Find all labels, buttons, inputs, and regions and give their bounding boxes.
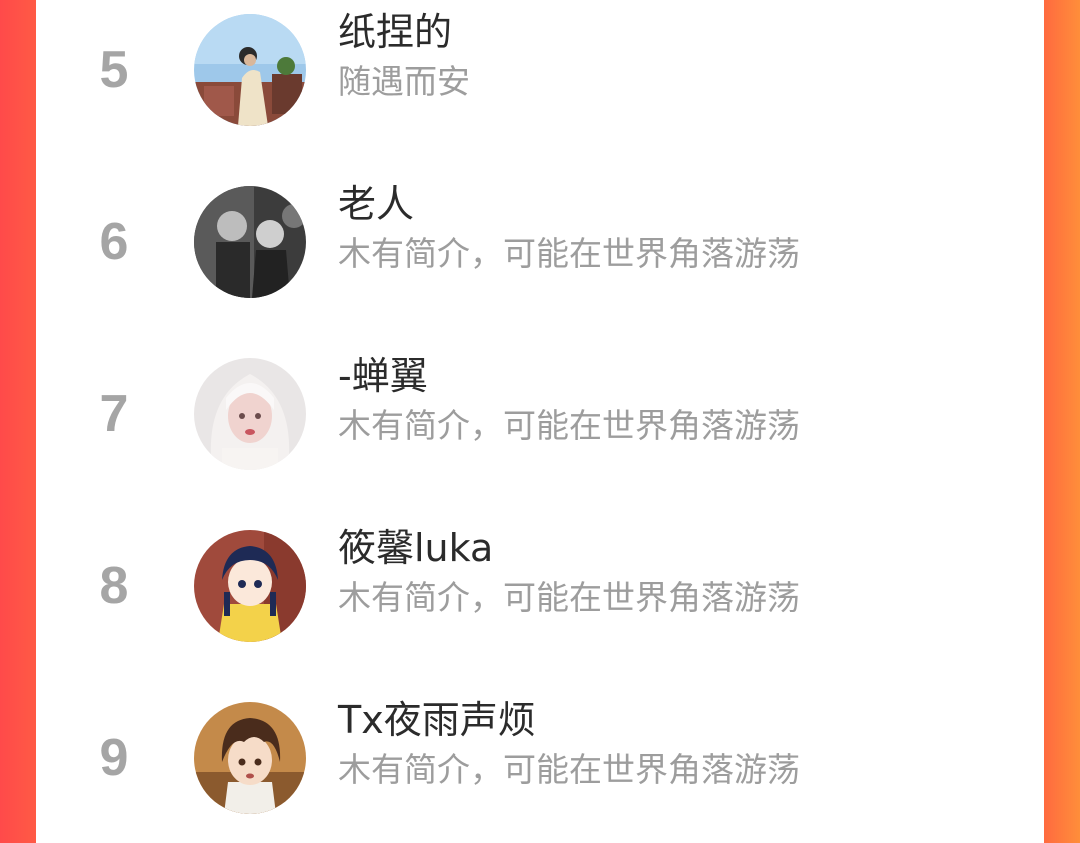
user-avatar[interactable] (194, 530, 306, 642)
rank-number: 9 (99, 729, 129, 787)
user-name[interactable]: 筱馨luka (338, 524, 493, 572)
user-name[interactable]: Tx夜雨声烦 (338, 696, 536, 744)
user-bio: 随遇而安 (338, 62, 470, 101)
user-avatar[interactable] (194, 14, 306, 126)
user-name[interactable]: -蝉翼 (338, 352, 428, 400)
user-bio: 木有简介，可能在世界角落游荡 (338, 578, 800, 617)
ranking-row[interactable]: 7 -蝉翼 木有简介，可能在世界角落游荡 (36, 344, 1044, 484)
rank-number: 7 (99, 385, 129, 443)
ranking-row[interactable]: 6 老人 木有简介，可能在世界角落游荡 (36, 172, 1044, 312)
ranking-row[interactable]: 5 纸捏的 随遇而安 (36, 0, 1044, 140)
user-bio: 木有简介，可能在世界角落游荡 (338, 234, 800, 273)
rank-number: 5 (99, 41, 129, 99)
user-avatar[interactable] (194, 358, 306, 470)
user-bio: 木有简介，可能在世界角落游荡 (338, 406, 800, 445)
user-avatar[interactable] (194, 186, 306, 298)
user-bio: 木有简介，可能在世界角落游荡 (338, 750, 800, 789)
user-avatar[interactable] (194, 702, 306, 814)
ranking-list-panel: 5 纸捏的 随遇而安 6 老人 木有简介，可能在世界角落游荡 7 -蝉翼 木有简… (36, 0, 1044, 843)
rank-number: 6 (99, 213, 129, 271)
rank-number: 8 (99, 557, 129, 615)
ranking-row[interactable]: 8 筱馨luka 木有简介，可能在世界角落游荡 (36, 516, 1044, 656)
user-name[interactable]: 老人 (338, 180, 414, 228)
user-name[interactable]: 纸捏的 (338, 8, 452, 56)
ranking-row[interactable]: 9 Tx夜雨声烦 木有简介，可能在世界角落游荡 (36, 688, 1044, 828)
